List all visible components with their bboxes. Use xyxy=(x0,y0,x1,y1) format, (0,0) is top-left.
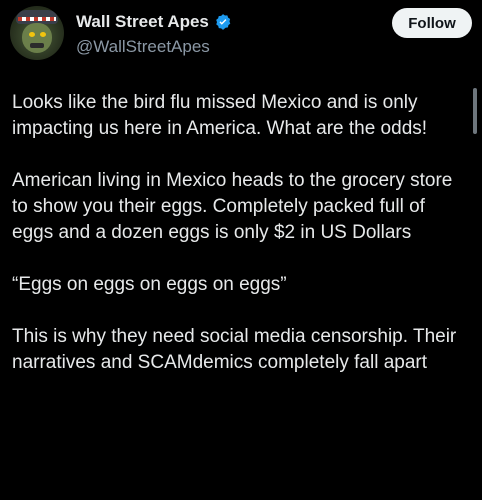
scrollbar-thumb[interactable] xyxy=(473,88,477,134)
post-body: Looks like the bird flu missed Mexico an… xyxy=(12,90,468,402)
display-name[interactable]: Wall Street Apes xyxy=(76,12,209,32)
name-row: Wall Street Apes xyxy=(76,10,232,34)
avatar-eye-right xyxy=(40,32,46,37)
avatar-mouth xyxy=(30,43,44,48)
verified-badge-icon xyxy=(214,13,232,31)
post-paragraph: Looks like the bird flu missed Mexico an… xyxy=(12,92,428,139)
avatar-face xyxy=(22,23,52,53)
post-header: Wall Street Apes @WallStreetApes Follow xyxy=(10,6,472,62)
avatar-eye-left xyxy=(29,32,35,37)
post-paragraph: This is why they need social media censo… xyxy=(12,326,457,373)
post-paragraph: American living in Mexico heads to the g… xyxy=(12,170,453,243)
post-paragraph: “Eggs on eggs on eggs on eggs” xyxy=(12,274,287,295)
follow-button[interactable]: Follow xyxy=(392,8,472,38)
user-handle[interactable]: @WallStreetApes xyxy=(76,37,210,57)
post-frame: Wall Street Apes @WallStreetApes Follow … xyxy=(0,0,482,500)
avatar[interactable] xyxy=(10,6,64,60)
avatar-band xyxy=(18,17,56,21)
